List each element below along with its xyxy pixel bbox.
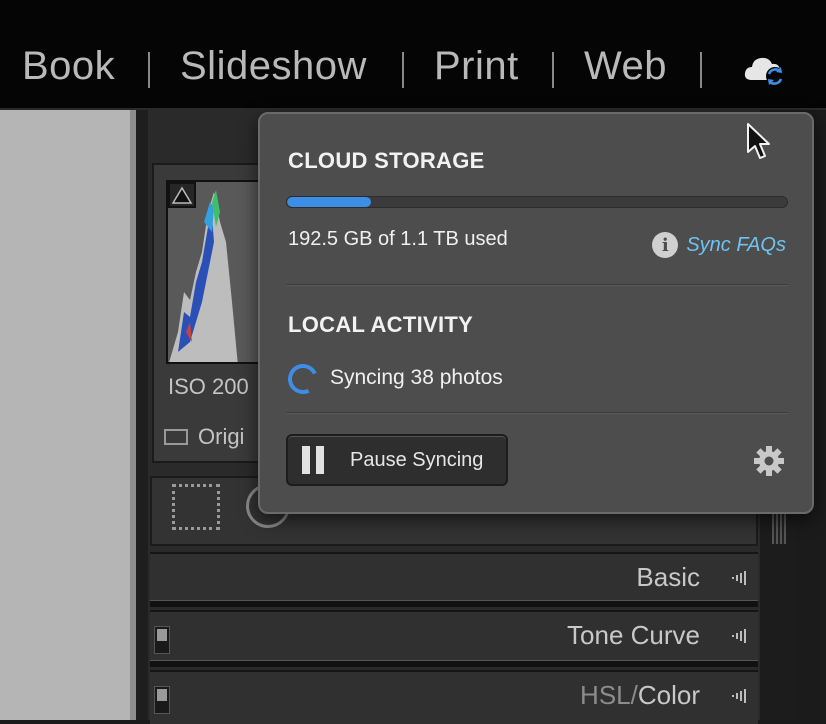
collapse-arrow-icon[interactable] (730, 570, 748, 586)
storage-used-text: 192.5 GB of 1.1 TB used (288, 228, 508, 250)
popover-divider (286, 412, 788, 414)
section-hsl-color-title: HSL/Color (580, 680, 700, 711)
module-bar: Book Slideshow Print Web (0, 0, 826, 110)
module-web[interactable]: Web (584, 44, 667, 89)
pause-syncing-label: Pause Syncing (350, 449, 484, 471)
storage-progress-bar (286, 196, 788, 208)
section-tone-curve[interactable]: Tone Curve (150, 610, 758, 664)
storage-progress-fill (287, 197, 371, 207)
pause-icon (300, 446, 326, 474)
sync-spinner-icon (283, 359, 323, 399)
tab-hsl[interactable]: HSL (580, 680, 631, 710)
section-basic[interactable]: Basic (150, 552, 758, 606)
photo-preview (0, 110, 136, 720)
sync-faqs[interactable]: i Sync FAQs (652, 232, 786, 258)
cloud-sync-icon[interactable] (742, 52, 788, 88)
local-activity-heading: LOCAL ACTIVITY (288, 312, 474, 337)
cloud-status-popover: CLOUD STORAGE 192.5 GB of 1.1 TB used i … (258, 112, 814, 514)
section-divider (150, 660, 758, 667)
nav-separator (700, 52, 702, 88)
section-divider (150, 600, 758, 607)
info-icon: i (652, 232, 679, 258)
popover-divider (286, 284, 788, 286)
collapse-arrow-icon[interactable] (730, 688, 748, 704)
pause-syncing-button[interactable]: Pause Syncing (286, 434, 508, 486)
section-toggle-switch[interactable] (154, 626, 170, 654)
tab-separator: / (630, 680, 638, 710)
nav-separator (552, 52, 554, 88)
iso-readout: ISO 200 (168, 374, 249, 399)
section-hsl-color[interactable]: HSL/Color (150, 670, 758, 724)
original-photo-label: Origi (198, 424, 245, 449)
cursor-arrow-icon (747, 123, 770, 159)
nav-separator (402, 52, 404, 88)
tab-color[interactable]: Color (638, 680, 700, 710)
nav-separator (148, 52, 150, 88)
section-tone-curve-title: Tone Curve (567, 620, 700, 650)
section-basic-title: Basic (636, 562, 700, 592)
original-photo-checkbox[interactable] (164, 429, 188, 445)
module-print[interactable]: Print (434, 44, 519, 89)
gear-icon[interactable] (752, 444, 786, 478)
crop-overlay-icon[interactable] (172, 484, 220, 530)
shadow-clipping-toggle[interactable] (168, 182, 196, 208)
section-toggle-switch[interactable] (154, 686, 170, 714)
module-slideshow[interactable]: Slideshow (180, 44, 367, 89)
sync-faqs-link[interactable]: Sync FAQs (686, 234, 786, 257)
collapse-arrow-icon[interactable] (730, 628, 748, 644)
module-book[interactable]: Book (22, 44, 115, 89)
cloud-storage-heading: CLOUD STORAGE (288, 148, 485, 173)
triangle-icon (171, 186, 193, 204)
panel-gap (136, 110, 148, 720)
syncing-status-text: Syncing 38 photos (330, 366, 503, 389)
